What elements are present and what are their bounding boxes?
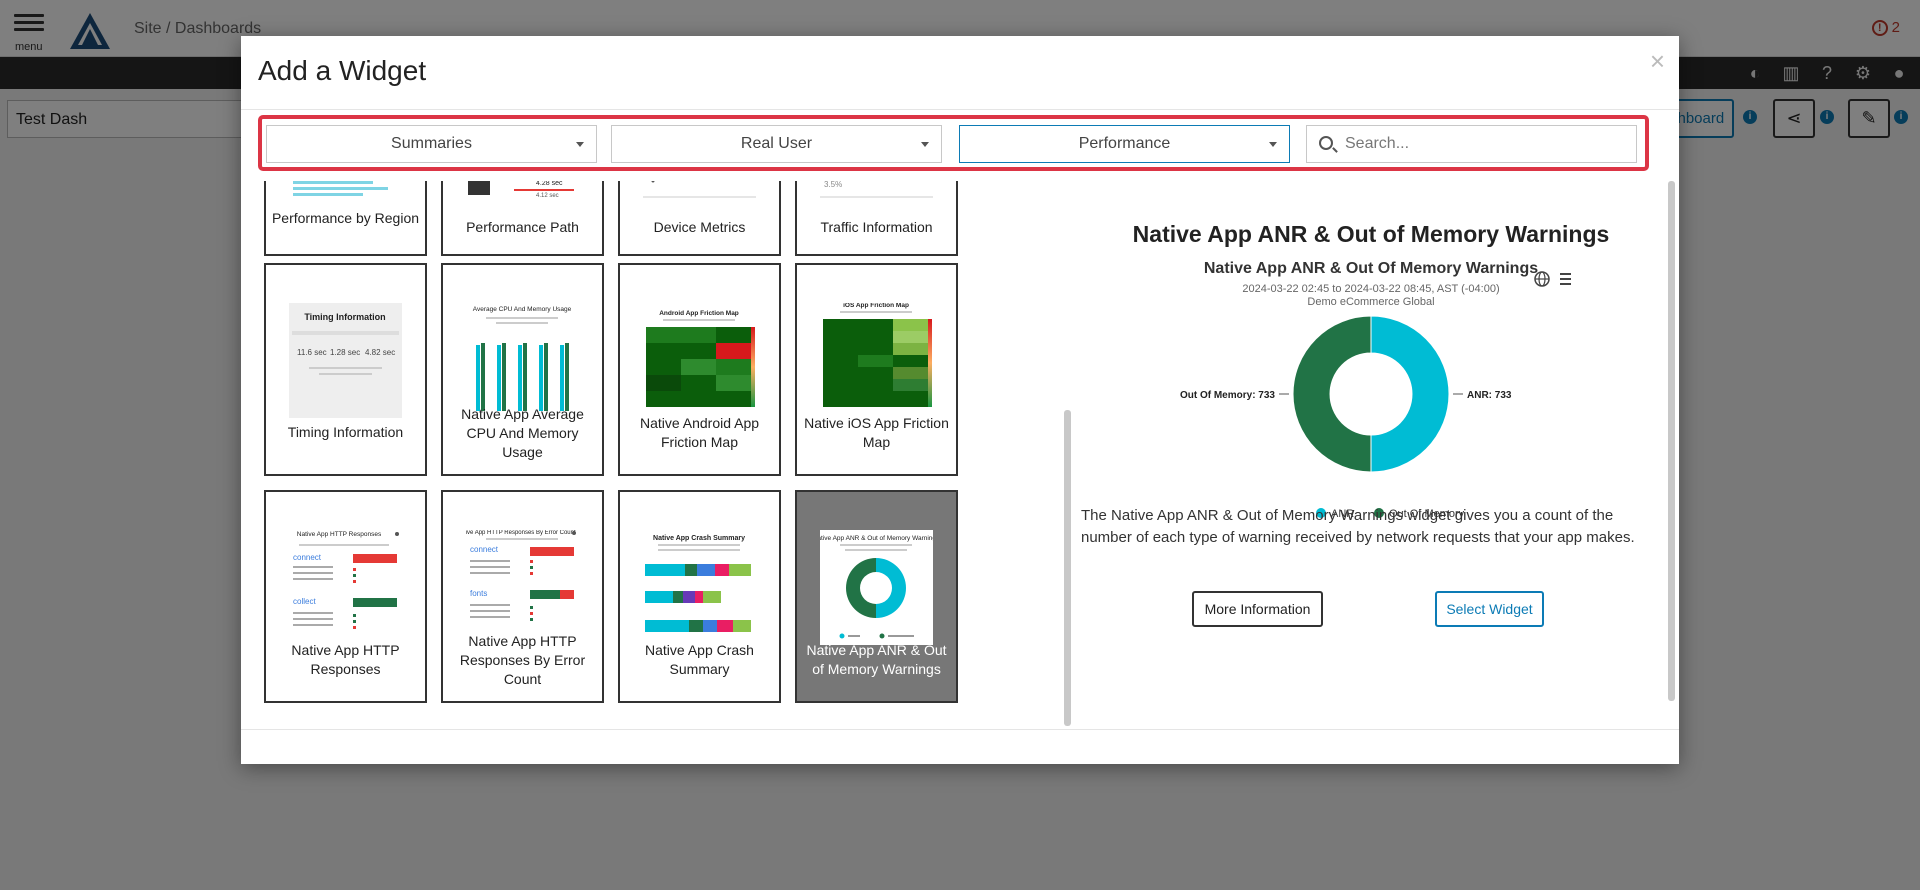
widget-card-selected[interactable]: Native App ANR & Out of Memory Warnings … bbox=[795, 490, 958, 703]
donut-data-labels: ANR: 733 Out Of Memory: 733 bbox=[1180, 390, 1512, 401]
svg-text:1.28 sec: 1.28 sec bbox=[330, 348, 360, 357]
category-dropdown[interactable]: Summaries bbox=[266, 125, 597, 163]
widget-label: Native App Average CPU And Memory Usage bbox=[461, 406, 584, 460]
widget-label: Performance by Region bbox=[271, 210, 420, 226]
metric-dropdown[interactable]: Performance bbox=[959, 125, 1290, 163]
widget-label: Traffic Information bbox=[820, 219, 933, 235]
globe-icon[interactable] bbox=[1534, 271, 1550, 287]
detail-description: The Native App ANR & Out of Memory Warni… bbox=[1081, 507, 1635, 546]
widget-card[interactable]: Native App HTTP Responses connect collec… bbox=[264, 490, 427, 703]
search-box bbox=[1306, 125, 1637, 163]
widget-card[interactable]: Android App Friction Map Native Android … bbox=[618, 263, 781, 476]
svg-text:Timing Information: Timing Information bbox=[304, 312, 385, 322]
detail-title: Native App ANR & Out of Memory Warnings bbox=[1132, 221, 1610, 247]
hamburger-menu-icon[interactable] bbox=[1560, 273, 1571, 285]
chart-title: Native App ANR & Out Of Memory Warnings bbox=[1204, 260, 1538, 277]
widget-label: Native Android App Friction Map bbox=[639, 415, 760, 450]
svg-text:connect: connect bbox=[470, 545, 499, 554]
widget-detail-panel: Native App ANR & Out of Memory Warnings … bbox=[1081, 181, 1661, 726]
widget-card[interactable]: Performance by Region bbox=[264, 181, 427, 256]
widget-thumbnail: Timing Information 11.6 sec 1.28 sec 4.8… bbox=[289, 303, 402, 418]
svg-text:Average CPU And Memory Usage: Average CPU And Memory Usage bbox=[473, 306, 572, 313]
svg-text:Native App ANR & Out of Memory: Native App ANR & Out of Memory Warnings bbox=[820, 535, 933, 542]
widget-thumbnail: Native App ANR & Out of Memory Warnings bbox=[820, 530, 933, 645]
anr-donut-chart: Native App ANR & Out Of Memory Warnings … bbox=[1180, 260, 1571, 520]
data-label: Out Of Memory: 733 bbox=[1180, 390, 1275, 401]
widget-grid-scrollbar[interactable] bbox=[1064, 181, 1071, 726]
widget-card[interactable]: Timing Information 11.6 sec 1.28 sec 4.8… bbox=[264, 263, 427, 476]
widget-card[interactable]: 4.28 sec 4.12 sec Performance Path bbox=[441, 181, 604, 256]
widget-thumbnail: 4.28 sec 4.12 sec bbox=[468, 181, 574, 198]
donut-slices bbox=[1292, 315, 1450, 473]
widget-label: Native App HTTP Responses By Error Count bbox=[459, 633, 586, 687]
widget-thumbnail: 3.5% bbox=[820, 181, 933, 198]
widget-card[interactable]: Native App Crash Summary Native App Cras… bbox=[618, 490, 781, 703]
filter-bar: Summaries Real User Performance bbox=[258, 115, 1649, 171]
svg-text:Native App HTTP Responses: Native App HTTP Responses bbox=[297, 531, 382, 538]
widget-label: Performance Path bbox=[466, 219, 579, 235]
widget-card[interactable]: Average CPU And Memory Usage Native App … bbox=[441, 263, 604, 476]
chevron-down-icon bbox=[1269, 142, 1277, 147]
widget-thumbnail: Native App HTTP Responses connect collec… bbox=[293, 531, 399, 629]
donut-slice-out-of-memory[interactable] bbox=[1292, 315, 1372, 473]
more-information-button[interactable]: More Information bbox=[1192, 591, 1323, 627]
svg-text:Android App Friction Map: Android App Friction Map bbox=[659, 310, 739, 317]
widget-label: Native App ANR & Out of Memory Warnings bbox=[806, 642, 947, 677]
select-widget-button[interactable]: Select Widget bbox=[1435, 591, 1544, 627]
svg-text:Native App HTTP Responses By E: Native App HTTP Responses By Error Count bbox=[466, 530, 576, 536]
svg-text:collect: collect bbox=[293, 597, 316, 606]
close-icon[interactable]: × bbox=[1650, 46, 1665, 77]
widget-thumbnail: Android App Friction Map bbox=[646, 310, 755, 407]
svg-text:fonts: fonts bbox=[470, 589, 487, 598]
widget-thumbnail: Native App Crash Summary bbox=[645, 535, 751, 632]
widget-label: Native App Crash Summary bbox=[645, 642, 754, 677]
add-widget-modal: Add a Widget × Summaries Real User Perfo… bbox=[241, 36, 1679, 764]
widget-card[interactable]: Native App HTTP Responses By Error Count… bbox=[441, 490, 604, 703]
chevron-down-icon bbox=[576, 142, 584, 147]
widget-label: Device Metrics bbox=[653, 219, 746, 235]
svg-text:iOS App Friction Map: iOS App Friction Map bbox=[843, 303, 909, 309]
widget-label: Native iOS App Friction Map bbox=[804, 415, 949, 450]
svg-text:3.5%: 3.5% bbox=[824, 181, 842, 189]
widget-label: Native App HTTP Responses bbox=[291, 642, 400, 677]
modal-title: Add a Widget bbox=[258, 55, 427, 86]
svg-text:11.6 sec: 11.6 sec bbox=[297, 348, 327, 357]
data-label: ANR: 733 bbox=[1467, 390, 1512, 401]
widget-label: Timing Information bbox=[287, 424, 404, 440]
svg-text:4.12 sec: 4.12 sec bbox=[536, 193, 559, 198]
widget-thumbnail: Average CPU And Memory Usage bbox=[473, 306, 572, 411]
search-input[interactable] bbox=[1345, 133, 1625, 155]
widget-thumbnail: Native App HTTP Responses By Error Count… bbox=[466, 530, 576, 621]
detail-scrollbar[interactable] bbox=[1668, 181, 1675, 726]
widget-card[interactable]: 3.5% Traffic Information bbox=[795, 181, 958, 256]
chart-subtitle-2: Demo eCommerce Global bbox=[1307, 296, 1434, 308]
monitoring-dropdown[interactable]: Real User bbox=[611, 125, 942, 163]
widget-card[interactable]: Device Metrics bbox=[618, 181, 781, 256]
chart-subtitle: 2024-03-22 02:45 to 2024-03-22 08:45, AS… bbox=[1242, 283, 1499, 295]
chevron-down-icon bbox=[921, 142, 929, 147]
widget-card[interactable]: iOS App Friction Map Native iOS App Fric… bbox=[795, 263, 958, 476]
widget-thumbnail bbox=[643, 181, 756, 198]
svg-text:Native App Crash Summary: Native App Crash Summary bbox=[653, 535, 745, 542]
search-icon bbox=[1319, 136, 1333, 150]
svg-text:4.82 sec: 4.82 sec bbox=[365, 348, 395, 357]
widget-thumbnail: iOS App Friction Map bbox=[823, 303, 932, 407]
svg-text:connect: connect bbox=[293, 553, 322, 562]
donut-slice-anr[interactable] bbox=[1370, 315, 1450, 473]
widget-thumbnail bbox=[289, 181, 402, 198]
svg-text:4.28 sec: 4.28 sec bbox=[536, 181, 563, 187]
